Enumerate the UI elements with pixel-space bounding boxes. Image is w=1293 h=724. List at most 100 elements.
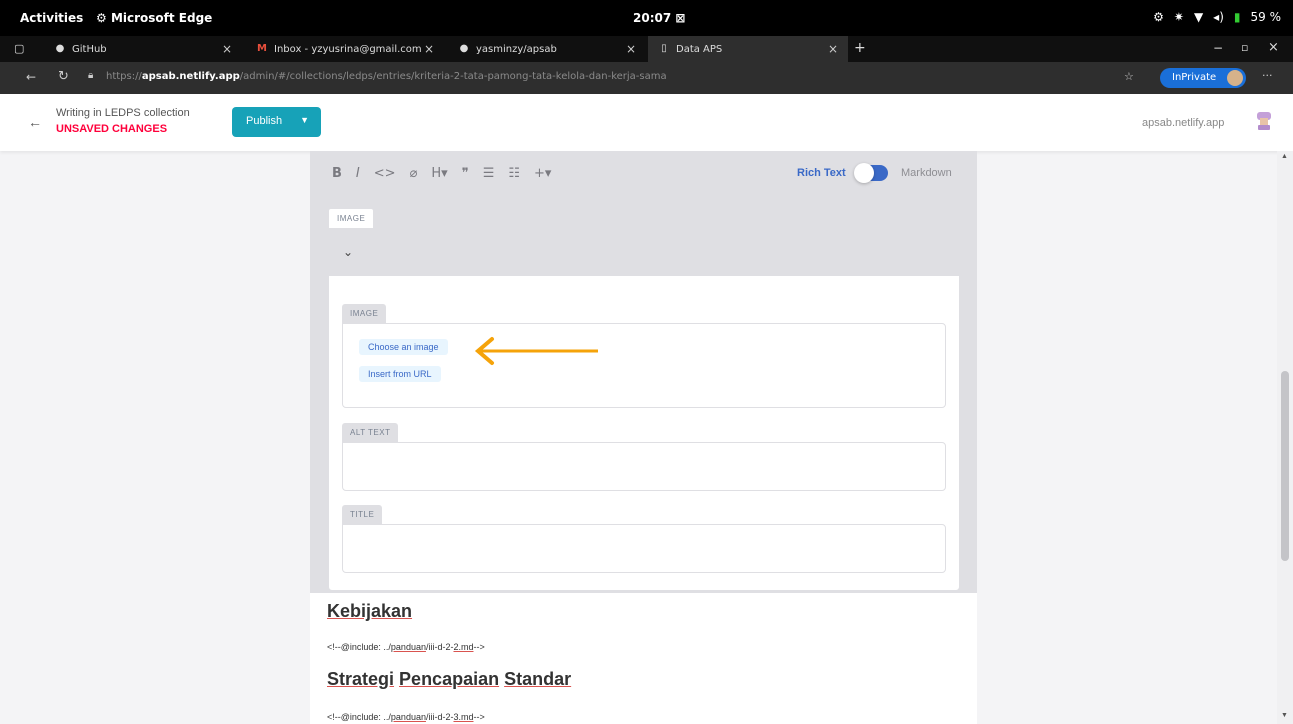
inprivate-badge[interactable]: InPrivate bbox=[1160, 68, 1246, 88]
more-icon[interactable]: ··· bbox=[1262, 69, 1273, 82]
back-icon[interactable]: ← bbox=[26, 70, 36, 84]
bulleted-list-icon[interactable]: ☰ bbox=[483, 166, 495, 181]
heading-text: Strategi bbox=[327, 669, 395, 689]
page-scrollbar[interactable]: ▲ ▼ bbox=[1277, 151, 1293, 724]
editor-toolbar: B I <> ⌀ H▾ ❞ ☰ ☷ +▾ Rich Text Markdown bbox=[310, 151, 977, 197]
rich-text-label[interactable]: Rich Text bbox=[797, 167, 846, 179]
site-link[interactable]: apsab.netlify.app bbox=[1142, 117, 1224, 129]
include-comment-1[interactable]: <!--@include: ../panduan/iii-d-2-2.md--> bbox=[327, 642, 485, 652]
choose-image-button[interactable]: Choose an image bbox=[359, 339, 448, 355]
system-tray[interactable]: ⚙ ✷ ▼ ◂) ▮ 59 % bbox=[1153, 10, 1281, 24]
annotation-arrow-icon bbox=[474, 337, 598, 365]
volume-icon: ◂) bbox=[1213, 10, 1224, 24]
publish-button[interactable]: Publish ▼ bbox=[232, 107, 321, 137]
app-name: Microsoft Edge bbox=[110, 11, 213, 25]
comment-text: <!--@include: ../ bbox=[327, 642, 391, 652]
include-comment-2[interactable]: <!--@include: ../panduan/iii-d-2-3.md--> bbox=[327, 712, 485, 722]
quote-icon[interactable]: ❞ bbox=[462, 166, 469, 181]
clock[interactable]: 20:07 ⊠ bbox=[633, 11, 685, 25]
lock-icon[interactable]: 🔒︎ bbox=[88, 70, 93, 81]
close-tab-icon[interactable]: × bbox=[626, 42, 636, 56]
comment-text: --> bbox=[473, 642, 485, 652]
tab-apsab-repo[interactable]: ● yasminzy/apsab × bbox=[448, 36, 646, 62]
insert-from-url-button[interactable]: Insert from URL bbox=[359, 366, 441, 382]
battery-percent: 59 % bbox=[1250, 10, 1282, 24]
url-field[interactable]: https://apsab.netlify.app/admin/#/collec… bbox=[106, 71, 667, 82]
user-avatar-icon[interactable] bbox=[1255, 109, 1273, 131]
refresh-icon[interactable]: ↻ bbox=[58, 69, 69, 84]
comment-text: 3.md bbox=[453, 712, 474, 722]
image-widget: ⌄ IMAGE Choose an image Insert from URL … bbox=[328, 228, 960, 591]
image-field: Choose an image Insert from URL bbox=[342, 323, 946, 408]
alt-text-input[interactable] bbox=[342, 442, 946, 491]
restore-icon[interactable]: ▫ bbox=[1241, 41, 1248, 54]
tab-label: yasminzy/apsab bbox=[476, 43, 557, 55]
battery-icon: ▮ bbox=[1233, 10, 1241, 24]
heading-text: Standar bbox=[504, 669, 572, 689]
minimize-icon[interactable]: − bbox=[1213, 41, 1223, 55]
caret-down-icon: ▼ bbox=[300, 115, 309, 125]
image-widget-label: IMAGE bbox=[328, 208, 375, 228]
heading-kebijakan[interactable]: Kebijakan bbox=[327, 601, 412, 622]
close-tab-icon[interactable]: × bbox=[828, 42, 838, 56]
comment-text: /iii-d-2- bbox=[425, 642, 454, 652]
back-to-collection-icon[interactable]: ← bbox=[28, 114, 42, 130]
image-field-label: IMAGE bbox=[342, 304, 387, 323]
comment-text: 2.md bbox=[453, 642, 474, 652]
app-menu[interactable]: ⚙ Microsoft Edge bbox=[96, 11, 212, 25]
settings-icon: ⚙ bbox=[1153, 10, 1164, 24]
title-label: TITLE bbox=[342, 505, 383, 524]
alt-text-label: ALT TEXT bbox=[342, 423, 399, 442]
unsaved-status: UNSAVED CHANGES bbox=[56, 123, 168, 135]
markdown-editor: B I <> ⌀ H▾ ❞ ☰ ☷ +▾ Rich Text Markdown … bbox=[310, 151, 977, 724]
close-window-icon[interactable]: × bbox=[1268, 40, 1279, 55]
page-icon: ▯ bbox=[661, 43, 667, 54]
scroll-up-icon[interactable]: ▲ bbox=[1281, 153, 1288, 160]
avatar bbox=[1227, 70, 1243, 86]
tab-actions-icon[interactable]: ▢ bbox=[14, 42, 24, 55]
code-icon[interactable]: <> bbox=[374, 166, 396, 181]
url-prefix: https:// bbox=[106, 71, 142, 82]
comment-text: /iii-d-2- bbox=[425, 712, 454, 722]
comment-text: panduan bbox=[390, 642, 426, 652]
heading-icon[interactable]: H▾ bbox=[431, 166, 447, 181]
editor-mode-toggle[interactable] bbox=[854, 163, 888, 183]
scroll-down-icon[interactable]: ▼ bbox=[1281, 712, 1288, 719]
os-top-bar: Activities ⚙ Microsoft Edge 20:07 ⊠ ⚙ ✷ … bbox=[0, 0, 1293, 36]
new-tab-icon[interactable]: + bbox=[854, 40, 866, 56]
comment-text: <!--@include: ../ bbox=[327, 712, 391, 722]
markdown-label[interactable]: Markdown bbox=[901, 167, 952, 179]
favorites-icon[interactable]: ☆ bbox=[1124, 70, 1134, 83]
wifi-icon: ▼ bbox=[1193, 10, 1204, 24]
heading-strategi[interactable]: Strategi Pencapaian Standar bbox=[327, 669, 571, 690]
gmail-icon: M bbox=[257, 43, 267, 54]
tab-gmail[interactable]: M Inbox - yzyusrina@gmail.com × bbox=[246, 36, 444, 62]
bold-icon[interactable]: B bbox=[332, 166, 342, 181]
tab-github[interactable]: ● GitHub × bbox=[44, 36, 242, 62]
link-icon[interactable]: ⌀ bbox=[410, 166, 418, 181]
brightness-icon: ✷ bbox=[1173, 10, 1184, 24]
close-tab-icon[interactable]: × bbox=[424, 42, 434, 56]
tab-label: Data APS bbox=[676, 43, 723, 55]
clock-time: 20:07 bbox=[633, 11, 672, 25]
scrollbar-thumb[interactable] bbox=[1281, 371, 1289, 561]
github-icon: ● bbox=[459, 43, 469, 54]
github-icon: ● bbox=[55, 43, 65, 54]
add-component-icon[interactable]: +▾ bbox=[534, 166, 551, 181]
image-widget-collapse-bar[interactable]: ⌄ bbox=[329, 229, 959, 276]
tab-data-aps[interactable]: ▯ Data APS × bbox=[648, 36, 848, 62]
italic-icon[interactable]: I bbox=[356, 166, 360, 181]
tab-label: Inbox - yzyusrina@gmail.com bbox=[274, 43, 422, 55]
inprivate-label: InPrivate bbox=[1172, 72, 1217, 83]
heading-text: Pencapaian bbox=[399, 669, 500, 689]
comment-text: panduan bbox=[390, 712, 426, 722]
tab-strip: ▢ ● GitHub × M Inbox - yzyusrina@gmail.c… bbox=[0, 36, 1293, 62]
numbered-list-icon[interactable]: ☷ bbox=[508, 166, 520, 181]
chevron-down-icon[interactable]: ⌄ bbox=[343, 245, 353, 259]
title-input[interactable] bbox=[342, 524, 946, 573]
heading-text: Kebijakan bbox=[327, 601, 413, 621]
publish-label: Publish bbox=[246, 115, 283, 127]
activities-button[interactable]: Activities bbox=[20, 11, 83, 25]
url-path: /admin/#/collections/ledps/entries/krite… bbox=[239, 71, 667, 82]
close-tab-icon[interactable]: × bbox=[222, 42, 232, 56]
